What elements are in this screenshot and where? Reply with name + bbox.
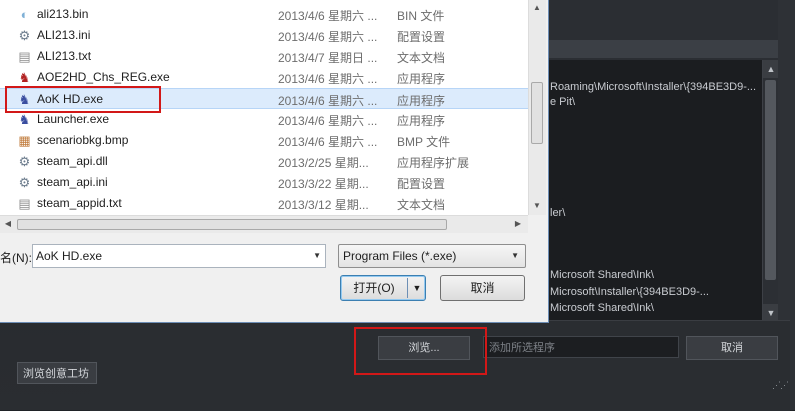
image-file-icon: ▦ (18, 133, 31, 148)
text-file-icon: ▤ (18, 49, 31, 64)
file-row[interactable]: ▤ ALI213.txt 2013/4/7 星期日 ... 文本文档 (0, 46, 528, 67)
file-type: 配置设置 (397, 177, 446, 191)
highlight-box (354, 327, 487, 375)
file-name: steam_appid.txt (37, 196, 122, 210)
file-name: Launcher.exe (37, 112, 110, 126)
file-date: 2013/4/6 星期六 ... (278, 94, 378, 108)
filetype-select[interactable]: Program Files (*.exe) ▼ (338, 244, 526, 268)
file-date: 2013/2/25 星期... (278, 156, 369, 170)
resize-grip-icon[interactable]: ⋰⋰ (772, 380, 789, 391)
file-name: scenariobkg.bmp (37, 133, 129, 147)
add-selected-programs-button[interactable]: 添加所选程序 (483, 336, 679, 358)
file-row[interactable]: ♞ AOE2HD_Chs_REG.exe 2013/4/6 星期六 ... 应用程序 (0, 67, 528, 88)
file-date: 2013/4/6 星期六 ... (278, 72, 378, 86)
filetype-value: Program Files (*.exe) (343, 249, 457, 263)
scroll-right-icon[interactable]: ▶ (511, 217, 525, 231)
file-date: 2013/4/6 星期六 ... (278, 9, 378, 23)
file-date: 2013/3/22 星期... (278, 177, 369, 191)
file-name: ALI213.ini (37, 28, 91, 42)
dll-file-icon: ⚙ (18, 154, 31, 169)
path-line: Roaming\Microsoft\Installer\{394BE3D9-..… (550, 81, 757, 93)
file-row[interactable]: ▤ steam_appid.txt 2013/3/12 星期... 文本文档 (0, 193, 528, 214)
file-row[interactable]: ▦ scenariobkg.bmp 2013/4/6 星期六 ... BMP 文件 (0, 130, 528, 151)
filename-value: AoK HD.exe (36, 249, 103, 263)
highlight-box (5, 86, 161, 113)
file-type: 文本文档 (397, 198, 446, 212)
file-row[interactable]: ⚙ ALI213.ini 2013/4/6 星期六 ... 配置设置 (0, 25, 528, 46)
split-divider (407, 278, 408, 298)
ini-file-icon: ⚙ (18, 175, 31, 190)
path-line: e Pit\ (550, 96, 576, 108)
file-name: steam_api.ini (37, 175, 108, 189)
path-line: Microsoft Shared\Ink\ (550, 302, 654, 314)
file-type: BMP 文件 (397, 135, 451, 149)
exe-red-icon: ♞ (18, 70, 31, 85)
file-row[interactable]: ⚙ steam_api.dll 2013/2/25 星期... 应用程序扩展 (0, 151, 528, 172)
chevron-down-icon[interactable]: ▼ (313, 245, 321, 267)
file-type: 应用程序扩展 (397, 156, 470, 170)
path-line: Microsoft\Installer\{394BE3D9-... (550, 286, 709, 298)
scroll-down-icon[interactable]: ▼ (530, 199, 544, 213)
cancel-button[interactable]: 取消 (440, 275, 525, 301)
file-date: 2013/4/6 星期六 ... (278, 114, 378, 128)
filename-label: 名(N): (0, 251, 32, 265)
open-button[interactable]: 打开(O) ▼ (340, 275, 426, 301)
file-list-vscrollbar[interactable]: ▲ ▼ (528, 0, 546, 215)
file-row[interactable]: ⚙ steam_api.ini 2013/3/22 星期... 配置设置 (0, 172, 528, 193)
chevron-down-icon: ▼ (511, 251, 519, 260)
text-file-icon: ▤ (18, 196, 31, 211)
exe-game-icon: ♞ (18, 112, 31, 127)
file-type: 应用程序 (397, 72, 446, 86)
bin-file-icon: ◐ (20, 7, 29, 22)
file-type: 应用程序 (397, 94, 446, 108)
file-type: 文本文档 (397, 51, 446, 65)
file-type: 应用程序 (397, 114, 446, 128)
scroll-up-icon[interactable]: ▲ (530, 1, 544, 15)
scroll-up-icon[interactable]: ▲ (763, 60, 779, 78)
file-type: 配置设置 (397, 30, 446, 44)
filename-input[interactable]: AoK HD.exe ▼ (32, 244, 326, 268)
scrollbar-thumb[interactable] (17, 219, 447, 230)
open-file-dialog: ◐ ali213.bin 2013/4/6 星期六 ... BIN 文件 ⚙ ALI213… (0, 0, 549, 323)
scrollbar-thumb[interactable] (765, 80, 776, 280)
file-list-hscrollbar[interactable]: ◀ ▶ (0, 215, 528, 233)
steam-header-strip (545, 40, 779, 58)
file-name: ali213.bin (37, 7, 89, 21)
open-button-label: 打开(O) (353, 281, 395, 295)
scrollbar-thumb[interactable] (531, 82, 543, 144)
path-line: ler\ (550, 207, 566, 219)
file-row[interactable]: ◐ ali213.bin 2013/4/6 星期六 ... BIN 文件 (0, 4, 528, 25)
path-line: Microsoft Shared\Ink\ (550, 269, 654, 281)
browse-workshop-button[interactable]: 浏览创意工坊 (17, 362, 97, 384)
scroll-left-icon[interactable]: ◀ (1, 217, 15, 231)
chevron-down-icon[interactable]: ▼ (409, 276, 425, 300)
file-date: 2013/3/12 星期... (278, 198, 369, 212)
file-name: steam_api.dll (37, 154, 108, 168)
steam-cancel-button[interactable]: 取消 (686, 336, 778, 360)
path-list-scrollbar[interactable]: ▲ ▼ (762, 60, 779, 322)
file-name: ALI213.txt (37, 49, 92, 63)
file-date: 2013/4/6 星期六 ... (278, 135, 378, 149)
file-date: 2013/4/6 星期六 ... (278, 30, 378, 44)
program-path-list: Roaming\Microsoft\Installer\{394BE3D9-..… (545, 60, 763, 330)
ini-file-icon: ⚙ (18, 28, 31, 43)
file-name: AOE2HD_Chs_REG.exe (37, 70, 170, 84)
file-date: 2013/4/7 星期日 ... (278, 51, 378, 65)
file-type: BIN 文件 (397, 9, 445, 23)
